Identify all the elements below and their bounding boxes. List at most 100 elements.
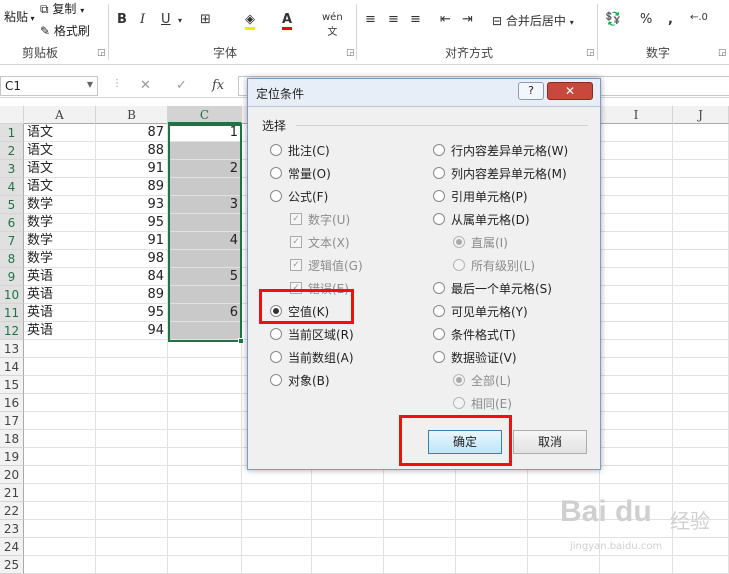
cell[interactable]: [96, 376, 168, 394]
cell-b[interactable]: 94: [96, 322, 168, 340]
row-header[interactable]: 14: [0, 358, 24, 376]
bold-button[interactable]: B: [117, 12, 127, 27]
cell[interactable]: [168, 556, 242, 574]
name-box[interactable]: C1 ▼: [0, 76, 98, 96]
cell[interactable]: [600, 268, 673, 286]
cell[interactable]: [600, 376, 673, 394]
cell[interactable]: [456, 484, 528, 502]
font-launcher-icon[interactable]: ◲: [346, 48, 355, 58]
cell[interactable]: [168, 358, 242, 376]
cell-c[interactable]: [168, 142, 242, 160]
cell[interactable]: [242, 484, 312, 502]
cell[interactable]: [456, 538, 528, 556]
radio-option[interactable]: 最后一个单元格(S): [433, 280, 552, 296]
format-painter-button[interactable]: ✎ 格式刷: [40, 22, 90, 39]
row-header[interactable]: 10: [0, 286, 24, 304]
cell[interactable]: [96, 502, 168, 520]
cell-b[interactable]: 91: [96, 160, 168, 178]
radio-icon[interactable]: [433, 305, 445, 317]
cell[interactable]: [24, 430, 96, 448]
row-header[interactable]: 3: [0, 160, 24, 178]
row-header[interactable]: 21: [0, 484, 24, 502]
merge-center-button[interactable]: ⊟ 合并后居中 ▾: [492, 12, 574, 29]
cell[interactable]: [168, 538, 242, 556]
cell-b[interactable]: 84: [96, 268, 168, 286]
cell[interactable]: [600, 286, 673, 304]
align-left-icon[interactable]: ≡: [365, 12, 376, 27]
radio-icon[interactable]: [270, 305, 282, 317]
cell[interactable]: [384, 484, 456, 502]
italic-button[interactable]: I: [140, 12, 145, 27]
clipboard-launcher-icon[interactable]: ◲: [97, 48, 106, 58]
cell[interactable]: [24, 394, 96, 412]
cell[interactable]: [96, 556, 168, 574]
radio-option[interactable]: 公式(F): [270, 188, 328, 204]
radio-icon[interactable]: [433, 328, 445, 340]
cell[interactable]: [24, 520, 96, 538]
cell[interactable]: [96, 520, 168, 538]
align-right-icon[interactable]: ≡: [410, 12, 421, 27]
cell-c[interactable]: 4: [168, 232, 242, 250]
row-header[interactable]: 18: [0, 430, 24, 448]
cell-a[interactable]: 数学: [24, 196, 96, 214]
row-header[interactable]: 20: [0, 466, 24, 484]
cell-b[interactable]: 87: [96, 124, 168, 142]
radio-option[interactable]: 条件格式(T): [433, 326, 516, 342]
radio-option[interactable]: 当前数组(A): [270, 349, 354, 365]
radio-icon[interactable]: [433, 167, 445, 179]
cell[interactable]: [673, 160, 729, 178]
cell-a[interactable]: 数学: [24, 214, 96, 232]
cell[interactable]: [600, 358, 673, 376]
cell[interactable]: [600, 124, 673, 142]
cell[interactable]: [673, 142, 729, 160]
cell[interactable]: [168, 412, 242, 430]
row-header[interactable]: 12: [0, 322, 24, 340]
radio-option[interactable]: 引用单元格(P): [433, 188, 528, 204]
cell[interactable]: [384, 520, 456, 538]
cell[interactable]: [312, 484, 384, 502]
cell[interactable]: [242, 520, 312, 538]
radio-option[interactable]: 对象(B): [270, 372, 330, 388]
cell[interactable]: [24, 376, 96, 394]
decrease-indent-icon[interactable]: ⇤: [440, 12, 451, 27]
cell-c[interactable]: [168, 250, 242, 268]
cell-c[interactable]: [168, 214, 242, 232]
radio-icon[interactable]: [270, 351, 282, 363]
copy-dropdown[interactable]: ▾: [80, 6, 84, 15]
cell[interactable]: [96, 412, 168, 430]
radio-option[interactable]: 从属单元格(D): [433, 211, 530, 227]
cell[interactable]: [24, 484, 96, 502]
cell-a[interactable]: 英语: [24, 268, 96, 286]
column-header[interactable]: I: [600, 106, 673, 124]
radio-icon[interactable]: [270, 190, 282, 202]
cell-c[interactable]: [168, 322, 242, 340]
radio-option[interactable]: 常量(O): [270, 165, 331, 181]
row-header[interactable]: 25: [0, 556, 24, 574]
cell-a[interactable]: 语文: [24, 124, 96, 142]
cell[interactable]: [242, 502, 312, 520]
cell[interactable]: [673, 358, 729, 376]
cell-c[interactable]: 5: [168, 268, 242, 286]
cell-a[interactable]: 语文: [24, 160, 96, 178]
cell[interactable]: [96, 484, 168, 502]
cell[interactable]: [673, 412, 729, 430]
cell[interactable]: [600, 160, 673, 178]
cell[interactable]: [96, 466, 168, 484]
comma-button[interactable]: ,: [668, 12, 673, 27]
cell[interactable]: [600, 394, 673, 412]
cell-a[interactable]: 英语: [24, 322, 96, 340]
cell-a[interactable]: 语文: [24, 142, 96, 160]
cell-b[interactable]: 98: [96, 250, 168, 268]
radio-icon[interactable]: [270, 328, 282, 340]
cell[interactable]: [24, 538, 96, 556]
cell-b[interactable]: 88: [96, 142, 168, 160]
cell[interactable]: [673, 304, 729, 322]
cell-b[interactable]: 91: [96, 232, 168, 250]
cell[interactable]: [24, 448, 96, 466]
cell[interactable]: [600, 340, 673, 358]
cell[interactable]: [673, 340, 729, 358]
insert-function-icon[interactable]: fx: [212, 78, 224, 93]
row-header[interactable]: 5: [0, 196, 24, 214]
cell[interactable]: [673, 196, 729, 214]
cell[interactable]: [673, 268, 729, 286]
